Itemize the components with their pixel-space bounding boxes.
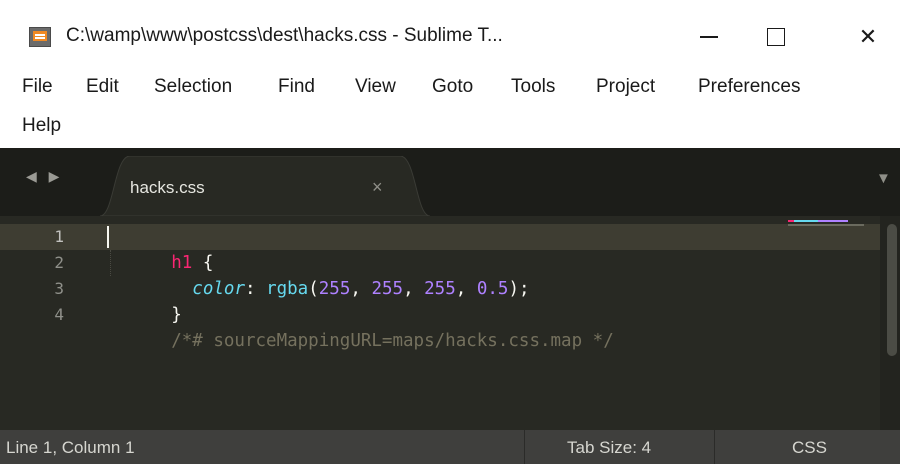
selector-token: h1 (171, 253, 193, 273)
number-token: 255 (318, 279, 351, 299)
status-bar: Line 1, Column 1 Tab Size: 4 CSS (0, 430, 900, 464)
line-number: 2 (54, 253, 64, 272)
punctuation-token: , (403, 279, 425, 299)
close-button[interactable]: ✕ (845, 14, 891, 60)
editor-area[interactable]: 1 2 3 4 h1 { color: rgba(255, 255, 255, … (0, 216, 900, 430)
punctuation-token: : (244, 279, 267, 299)
tab-close-icon[interactable]: × (372, 177, 383, 198)
text-cursor (107, 226, 109, 248)
punctuation-token: , (350, 279, 372, 299)
punctuation-token: } (171, 305, 182, 325)
sublime-app-icon[interactable] (29, 27, 51, 47)
code-line: h1 { (108, 224, 614, 273)
menu-view[interactable]: View (355, 76, 396, 98)
code-line: /*# sourceMappingURL=maps/hacks.css.map … (108, 302, 614, 351)
status-divider (714, 430, 715, 464)
punctuation-token: ); (508, 279, 530, 299)
tab-size-status[interactable]: Tab Size: 4 (567, 438, 651, 458)
menu-bar: File Edit Selection Find View Goto Tools… (0, 70, 900, 148)
menu-help[interactable]: Help (22, 115, 61, 137)
title-bar[interactable]: C:\wamp\www\postcss\dest\hacks.css - Sub… (0, 0, 900, 70)
tab-hacks-css[interactable]: hacks.css × (100, 156, 430, 216)
cursor-position-status: Line 1, Column 1 (6, 438, 135, 457)
number-token: 0.5 (476, 279, 509, 299)
property-token: color (192, 279, 245, 299)
syntax-status[interactable]: CSS (792, 438, 827, 458)
minimize-icon (700, 36, 718, 38)
menu-file[interactable]: File (22, 76, 53, 98)
punctuation-token: , (455, 279, 477, 299)
punctuation-token: { (192, 253, 214, 273)
line-number: 3 (54, 279, 64, 298)
menu-find[interactable]: Find (278, 76, 315, 98)
scrollbar-thumb[interactable] (887, 224, 897, 356)
status-divider (524, 430, 525, 464)
menu-tools[interactable]: Tools (511, 76, 555, 98)
menu-edit[interactable]: Edit (86, 76, 119, 98)
tab-nav-arrows-icon[interactable]: ◀ ▶ (26, 168, 63, 185)
punctuation-token: ( (308, 279, 319, 299)
line-number: 4 (54, 305, 64, 324)
minimize-button[interactable] (686, 14, 732, 60)
code-content[interactable]: h1 { color: rgba(255, 255, 255, 0.5); } … (108, 224, 614, 351)
minimap-line (788, 220, 848, 222)
function-token: rgba (266, 279, 309, 299)
close-icon: ✕ (858, 24, 878, 49)
line-number: 1 (54, 227, 64, 246)
menu-preferences[interactable]: Preferences (698, 76, 800, 98)
minimap[interactable] (788, 220, 866, 234)
minimap-line (788, 224, 864, 226)
menu-goto[interactable]: Goto (432, 76, 473, 98)
menu-selection[interactable]: Selection (154, 76, 232, 98)
tab-label: hacks.css (130, 178, 205, 197)
number-token: 255 (424, 279, 456, 299)
tab-dropdown-icon[interactable]: ▼ (876, 170, 891, 187)
maximize-button[interactable] (753, 14, 799, 60)
menu-project[interactable]: Project (596, 76, 655, 98)
window-title: C:\wamp\www\postcss\dest\hacks.css - Sub… (66, 25, 503, 46)
number-token: 255 (371, 279, 404, 299)
indent-token (171, 279, 192, 299)
line-number-gutter[interactable]: 1 2 3 4 (0, 224, 86, 328)
comment-token: /*# sourceMappingURL=maps/hacks.css.map … (171, 331, 614, 351)
tab-bar: ◀ ▶ hacks.css × ▼ (0, 148, 900, 216)
maximize-icon (767, 28, 785, 46)
